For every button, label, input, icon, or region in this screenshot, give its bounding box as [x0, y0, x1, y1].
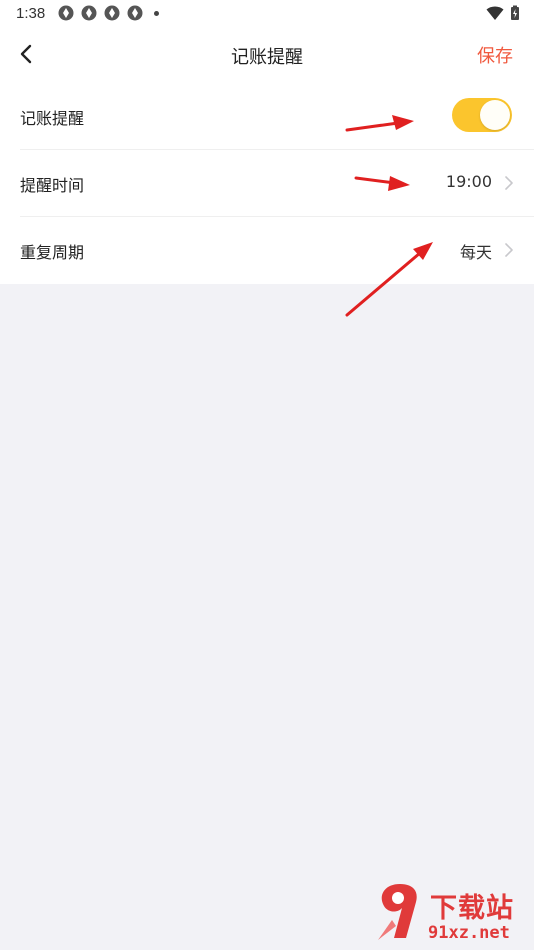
- watermark-brand: 下载站: [430, 893, 514, 924]
- reminder-toggle-label: 记账提醒: [20, 109, 85, 128]
- app-notification-icon: [81, 5, 97, 21]
- wifi-icon: [486, 6, 504, 20]
- watermark-domain: 91xz.net: [428, 923, 510, 943]
- watermark-logo: [378, 884, 417, 940]
- reminder-toggle-row[interactable]: 记账提醒: [20, 82, 534, 150]
- more-notifications-dot-icon: [154, 10, 159, 16]
- toggle-knob: [480, 100, 510, 130]
- reminder-time-value: 19:00: [445, 172, 492, 191]
- page-title: 记账提醒: [231, 47, 303, 68]
- status-bar: 1:38: [0, 0, 534, 28]
- app-notification-icon: [127, 5, 143, 21]
- app-notification-icon: [58, 5, 74, 21]
- watermark: 下载站 91xz.net: [370, 880, 534, 948]
- chevron-right-icon: [505, 243, 513, 257]
- settings-list: 记账提醒 提醒时间 19:00 重复周期 每天: [0, 82, 534, 284]
- status-time: 1:38: [16, 5, 46, 22]
- reminder-time-label: 提醒时间: [20, 176, 85, 195]
- system-icons: [486, 5, 520, 21]
- reminder-toggle-switch[interactable]: [452, 98, 512, 132]
- repeat-cycle-row[interactable]: 重复周期 每天: [20, 216, 534, 283]
- app-notification-icon: [104, 5, 120, 21]
- repeat-cycle-label: 重复周期: [20, 243, 85, 262]
- save-button[interactable]: 保存: [477, 42, 513, 68]
- notification-icons: [58, 5, 159, 21]
- nav-bar: 记账提醒 保存: [0, 28, 534, 82]
- chevron-right-icon: [505, 176, 513, 190]
- reminder-time-row[interactable]: 提醒时间 19:00: [20, 149, 534, 217]
- battery-icon: [511, 5, 519, 20]
- repeat-cycle-value: 每天: [459, 243, 492, 262]
